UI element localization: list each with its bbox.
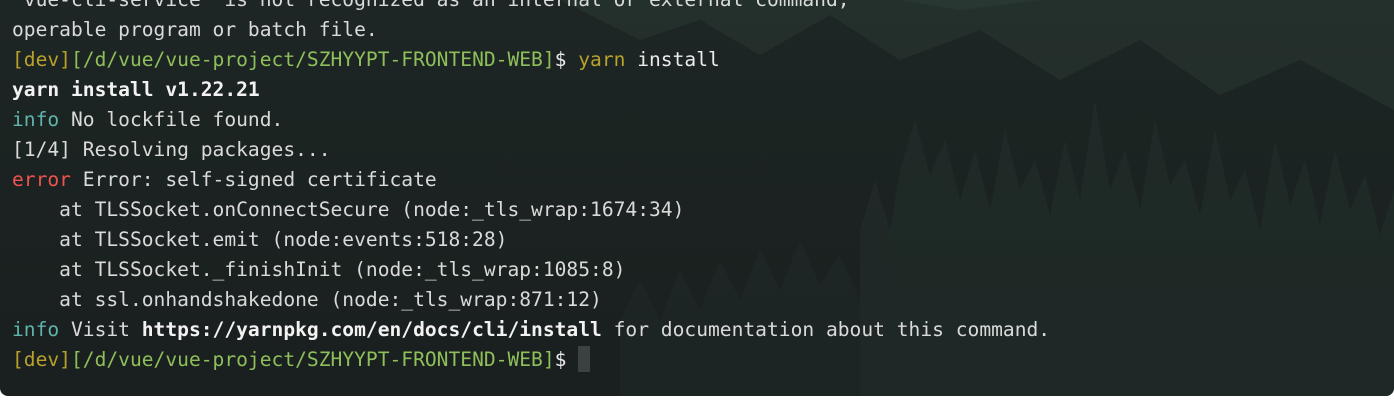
- terminal-text-default: for documentation about this command.: [601, 318, 1051, 341]
- terminal-line: error Error: self-signed certificate: [12, 165, 1050, 195]
- terminal-output-area[interactable]: 'vue-cli-service' is not recognized as a…: [0, 0, 1394, 396]
- terminal-text-default: No lockfile found.: [59, 108, 284, 131]
- terminal-line: yarn install v1.22.21: [12, 75, 1050, 105]
- terminal-line: at TLSSocket._finishInit (node:_tls_wrap…: [12, 255, 1050, 285]
- terminal-text-bold: https://yarnpkg.com/en/docs/cli/install: [141, 318, 602, 341]
- terminal-text-info: info: [12, 108, 60, 131]
- terminal-text-default: operable program or batch file.: [12, 18, 378, 41]
- terminal-line: [dev][/d/vue/vue-project/SZHYYPT-FRONTEN…: [12, 345, 1050, 375]
- terminal-line: operable program or batch file.: [12, 15, 1050, 45]
- terminal-text-bright: $: [554, 348, 579, 371]
- terminal-text-default: at TLSSocket.onConnectSecure (node:_tls_…: [12, 198, 685, 221]
- terminal-text-bright: $: [554, 48, 579, 71]
- terminal-text-path: [/d/vue/vue-project/SZHYYPT-FRONTEND-WEB…: [70, 348, 555, 371]
- terminal-line: at TLSSocket.emit (node:events:518:28): [12, 225, 1050, 255]
- terminal-text-bold: yarn install v1.22.21: [12, 78, 260, 101]
- terminal-cursor[interactable]: [578, 346, 591, 372]
- terminal-text-default: at TLSSocket.emit (node:events:518:28): [12, 228, 508, 251]
- window-bottom-edge: [0, 396, 1394, 404]
- terminal-text-path: [/d/vue/vue-project/SZHYYPT-FRONTEND-WEB…: [70, 48, 555, 71]
- terminal-line: at TLSSocket.onConnectSecure (node:_tls_…: [12, 195, 1050, 225]
- terminal-window: 'vue-cli-service' is not recognized as a…: [0, 0, 1394, 404]
- terminal-line: at ssl.onhandshakedone (node:_tls_wrap:8…: [12, 285, 1050, 315]
- terminal-text-default: 'vue-cli-service' is not recognized as a…: [12, 0, 850, 11]
- terminal-text-bright: install: [625, 48, 720, 71]
- terminal-text-prompt: yarn: [578, 48, 626, 71]
- terminal-line: [1/4] Resolving packages...: [12, 135, 1050, 165]
- terminal-text-default: at TLSSocket._finishInit (node:_tls_wrap…: [12, 258, 626, 281]
- terminal-line: info No lockfile found.: [12, 105, 1050, 135]
- terminal-text-prompt: [dev]: [12, 348, 71, 371]
- terminal-text-prompt: [dev]: [12, 48, 71, 71]
- terminal-text-error: error: [12, 168, 71, 191]
- terminal-text-default: at ssl.onhandshakedone (node:_tls_wrap:8…: [12, 288, 602, 311]
- terminal-line: 'vue-cli-service' is not recognized as a…: [12, 0, 1050, 15]
- terminal-line: info Visit https://yarnpkg.com/en/docs/c…: [12, 315, 1050, 345]
- terminal-text-info: info: [12, 318, 60, 341]
- terminal-text-default: [1/4] Resolving packages...: [12, 138, 331, 161]
- terminal-text-default: Visit: [59, 318, 142, 341]
- terminal-lines: 'vue-cli-service' is not recognized as a…: [12, 0, 1050, 375]
- terminal-line: [dev][/d/vue/vue-project/SZHYYPT-FRONTEN…: [12, 45, 1050, 75]
- terminal-text-default: Error: self-signed certificate: [70, 168, 437, 191]
